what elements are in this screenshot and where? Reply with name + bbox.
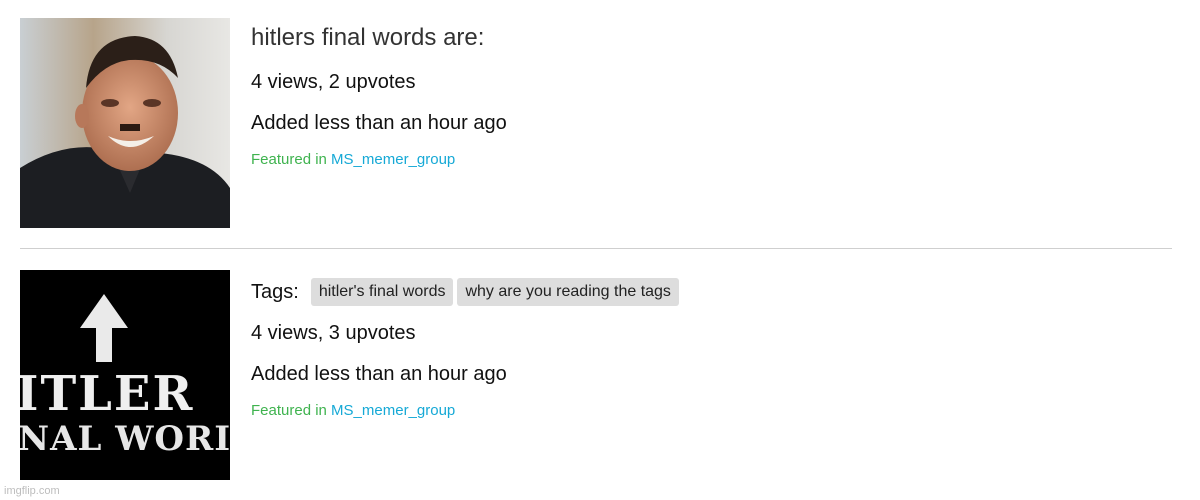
post-added-time: Added less than an hour ago [251, 363, 507, 385]
meme-post-2: ITLER NAL WORI Tags: hitler's final words… [20, 270, 1172, 482]
post-added-time: Added less than an hour ago [251, 112, 507, 134]
tags-label: Tags: [251, 280, 299, 303]
thumbnail-text-line-1: ITLER [20, 366, 194, 422]
tags-row: Tags: hitler's final words why are you rea… [251, 278, 683, 308]
thumbnail-text-line-2: NAL WORI [20, 419, 230, 459]
imgflip-watermark: imgflip.com [4, 485, 60, 497]
group-link[interactable]: MS_memer_group [331, 402, 455, 419]
post-stats: 4 views, 2 upvotes [251, 71, 416, 93]
group-link[interactable]: MS_memer_group [331, 151, 455, 168]
meme-post-1: hitlers final words are: 4 views, 2 upvo… [20, 18, 1172, 228]
up-arrow-title-card-image: ITLER NAL WORI [20, 270, 230, 480]
post-stats: 4 views, 3 upvotes [251, 322, 416, 344]
laughing-man-photo-image [20, 18, 230, 228]
tag-hitlers-final-words[interactable]: hitler's final words [310, 278, 454, 306]
featured-in: Featured in MS_memer_group [251, 151, 455, 168]
post-title[interactable]: hitlers final words are: [251, 24, 484, 52]
featured-prefix: Featured in [251, 151, 332, 168]
featured-in: Featured in MS_memer_group [251, 402, 455, 419]
divider [20, 248, 1172, 249]
tag-why-are-you-reading-the-tags[interactable]: why are you reading the tags [457, 278, 679, 306]
meme-thumbnail-1[interactable] [20, 18, 230, 228]
meme-thumbnail-2[interactable]: ITLER NAL WORI [20, 270, 230, 480]
featured-prefix: Featured in [251, 402, 332, 419]
